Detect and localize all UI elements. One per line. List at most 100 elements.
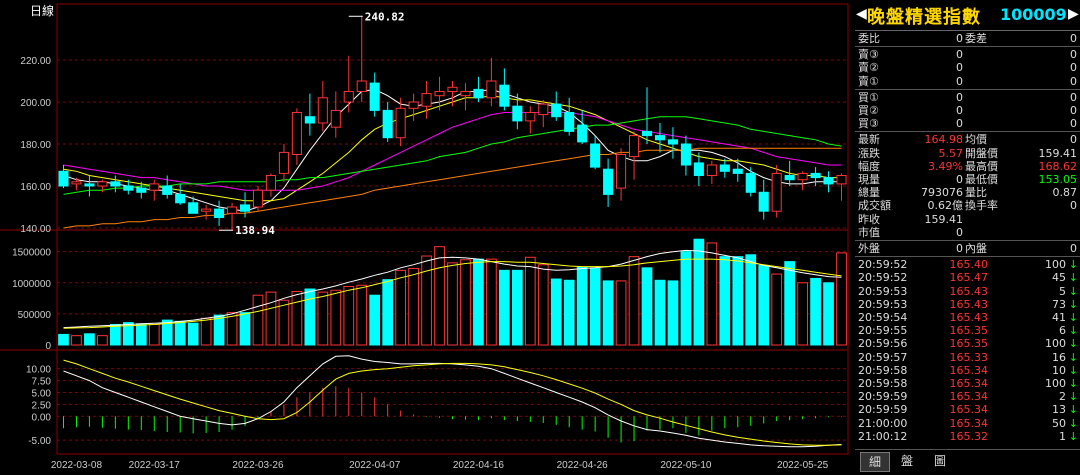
stat-label: 幅度 (858, 159, 880, 173)
volume-bar (628, 256, 640, 346)
volume-bar (589, 267, 601, 346)
x-tick-label: 2022-03-26 (232, 460, 284, 471)
next-arrow-icon[interactable]: ▶ (1068, 6, 1079, 22)
price-tick-label: 220.00 (20, 56, 51, 67)
tick-volume: 5 (1059, 284, 1066, 298)
ask-label: 賣② (858, 61, 879, 75)
down-arrow-icon: ↓ (1068, 324, 1078, 338)
ask-price: 0 (956, 74, 963, 88)
bid-row: 買③ 0 0 (855, 117, 1080, 130)
candle-body (123, 185, 134, 191)
candle-body (110, 181, 121, 187)
tick-row: 21:00:12 165.32 1 ↓ (855, 430, 1080, 443)
volume-bar (213, 314, 225, 346)
tick-volume: 13 (1052, 403, 1066, 417)
tick-row: 20:59:58 165.34 10 ↓ (855, 364, 1080, 377)
candle-body (499, 84, 510, 107)
tick-time: 21:00:12 (858, 429, 908, 443)
inner-value: 0 (1070, 242, 1077, 255)
outer-value: 0 (956, 242, 963, 255)
panel-divider (855, 46, 1080, 48)
stat-label: 漲跌 (858, 146, 880, 160)
bid-label: 買③ (858, 117, 879, 131)
bid-volume: 0 (1070, 117, 1077, 131)
tick-volume: 73 (1052, 297, 1066, 311)
volume-bar (719, 256, 731, 346)
volume-bar (732, 256, 744, 346)
stat-value: 0.62億 (927, 199, 964, 213)
volume-bar (317, 291, 329, 346)
candle-body (512, 105, 523, 122)
candle-body (654, 135, 666, 141)
volume-bar (460, 259, 471, 346)
prev-arrow-icon[interactable]: ◀ (856, 6, 867, 22)
volume-bar (810, 277, 821, 346)
volume-bar (239, 312, 251, 346)
volume-bar (148, 323, 160, 346)
tick-row: 20:59:53 165.43 5 ↓ (855, 285, 1080, 298)
volume-bar (693, 238, 705, 346)
down-arrow-icon: ↓ (1068, 416, 1078, 430)
ask-row: 賣② 0 0 (855, 61, 1080, 74)
candle-body (719, 164, 730, 172)
volume-bar (226, 312, 238, 346)
candle-body (421, 93, 432, 107)
stat-label: 換手率 (965, 199, 998, 213)
stat-label: 最低價 (965, 173, 998, 186)
candle-body (201, 208, 212, 212)
volume-bar (71, 335, 82, 346)
tick-row: 20:59:52 165.40 100 ↓ (855, 258, 1080, 271)
candle-body (291, 112, 302, 155)
stat-row: 最新 164.98 均價 0 (855, 133, 1080, 146)
candle-body (603, 168, 614, 195)
ask-price: 0 (956, 48, 963, 62)
bid-price: 0 (956, 104, 963, 117)
field-value: 0 (956, 32, 963, 45)
tick-volume: 1 (1059, 429, 1066, 443)
candle-body (810, 172, 821, 179)
stat-value: 168.62 (1038, 159, 1078, 173)
title-bar: ◀ 晚盤精選指數 100009 ▶ (855, 0, 1080, 31)
ask-row: 賣③ 0 0 (855, 48, 1080, 61)
stat-value: 0 (956, 173, 963, 186)
tick-time: 20:59:59 (858, 403, 908, 417)
macd-tick-label: 0.00 (32, 412, 52, 423)
candle-body (408, 101, 419, 109)
x-tick-label: 2022-03-17 (129, 460, 181, 471)
tick-volume: 100 (1045, 377, 1066, 390)
tab-chart[interactable]: 圖 (926, 452, 954, 470)
volume-bar (84, 333, 95, 346)
candle-body (84, 183, 95, 187)
volume-tick-label: 0 (45, 341, 51, 352)
volume-bar (615, 280, 627, 346)
tick-price: 165.34 (949, 416, 989, 430)
field-label: 委差 (965, 32, 987, 45)
stat-row: 市值 0 (855, 226, 1080, 239)
tick-time: 20:59:52 (858, 271, 908, 285)
candle-body (227, 206, 238, 214)
ask-row: 賣① 0 0 (855, 75, 1080, 88)
candle-body (460, 91, 471, 97)
volume-bar (343, 286, 355, 346)
volume-bar (265, 291, 277, 346)
tick-price: 165.40 (949, 258, 989, 272)
volume-bar (447, 262, 458, 346)
candle-body (97, 181, 108, 187)
tick-time: 20:59:58 (858, 377, 908, 390)
candle-body (641, 130, 653, 137)
tab-book[interactable]: 盤 (893, 452, 921, 470)
candle-body (356, 80, 367, 92)
candle-body (188, 202, 199, 214)
macd-tick-label: 7.50 (32, 377, 52, 388)
candle-body (680, 143, 691, 166)
chart-area[interactable]: 140.00 160.00 180.00 200.00 220.00 日線 240.82 13… (0, 0, 855, 474)
tick-row: 20:59:57 165.33 16 ↓ (855, 351, 1080, 364)
bid-price: 0 (956, 117, 963, 131)
tab-detail[interactable]: 細 (860, 452, 890, 472)
stat-label: 開盤價 (965, 146, 998, 160)
candle-body (214, 208, 225, 219)
ma-line-ma60 (63, 116, 842, 195)
volume-tick-label: 1500000 (12, 248, 51, 259)
field-label: 委比 (858, 32, 880, 45)
panel-divider (855, 88, 1080, 90)
